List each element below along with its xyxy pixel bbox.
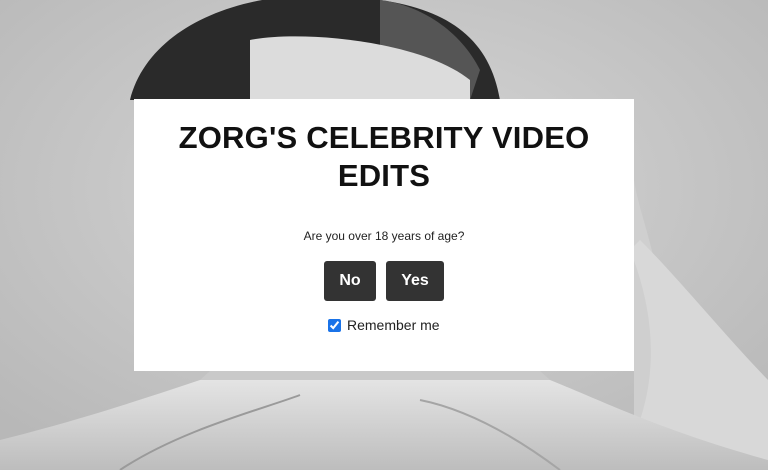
age-question: Are you over 18 years of age?: [303, 229, 465, 243]
yes-button[interactable]: Yes: [386, 261, 444, 301]
remember-me-label: Remember me: [347, 317, 440, 333]
remember-me-option[interactable]: Remember me: [328, 317, 440, 333]
remember-me-checkbox[interactable]: [328, 318, 341, 332]
no-button[interactable]: No: [324, 261, 376, 301]
site-title: ZORG'S CELEBRITY VIDEO EDITS: [178, 120, 590, 193]
age-verification-modal: ZORG'S CELEBRITY VIDEO EDITS Are you ove…: [134, 99, 634, 371]
